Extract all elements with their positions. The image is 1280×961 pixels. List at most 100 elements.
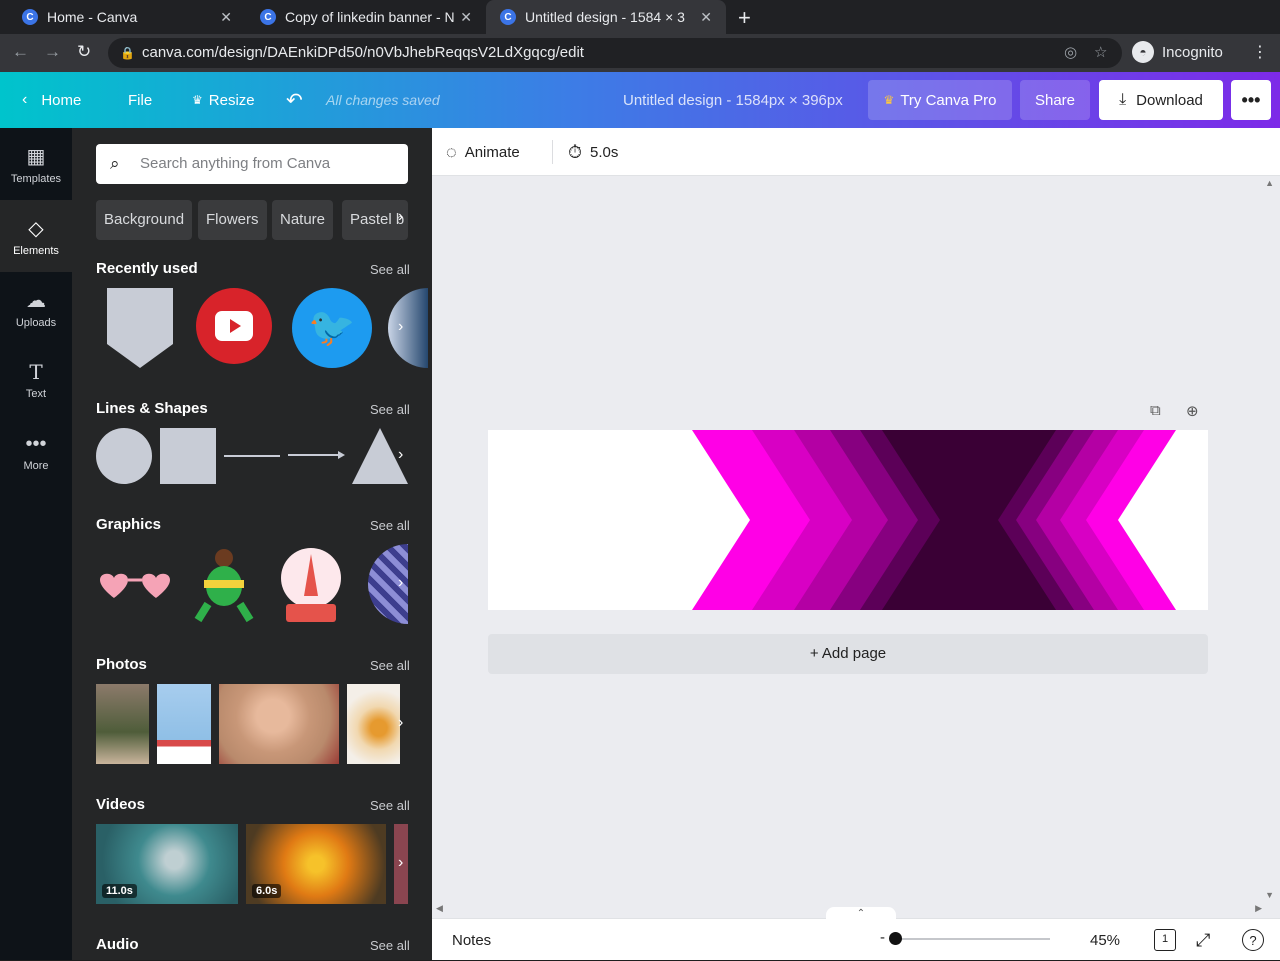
home-button[interactable]: ‹ Home [22, 72, 81, 128]
photo-thumbnail[interactable] [219, 684, 339, 764]
chip-nature[interactable]: Nature [272, 200, 334, 240]
badge-shape-element[interactable] [107, 288, 173, 368]
design-page[interactable] [488, 430, 1208, 610]
rail-item-uploads[interactable]: ☁ Uploads [0, 272, 72, 344]
tab-title: Untitled design - 1584 × 3 [525, 9, 685, 25]
fullscreen-icon[interactable]: ⤢ [1196, 919, 1210, 961]
page-count-button[interactable]: 1 [1154, 929, 1176, 951]
reload-icon[interactable]: ↻ [77, 42, 91, 62]
see-all-link[interactable]: See all [370, 518, 410, 533]
search-input[interactable]: ⌕ Search anything from Canva [96, 144, 408, 184]
editor-header: ‹ Home File ♛ Resize ↶ All changes saved… [0, 72, 1280, 128]
see-all-link[interactable]: See all [370, 798, 410, 813]
rail-label: Text [25, 388, 47, 400]
rail-label: More [23, 459, 49, 472]
browser-tab-untitled[interactable]: C Untitled design - 1584 × 3 ✕ [486, 0, 726, 34]
zoom-slider[interactable] [890, 938, 1050, 940]
heart-sunglasses-graphic[interactable] [96, 568, 176, 604]
notes-button[interactable]: Notes [452, 919, 491, 961]
section-title-graphics: Graphics [96, 516, 162, 533]
browser-tab-linkedin[interactable]: C Copy of linkedin banner - N ✕ [246, 0, 486, 34]
rail-item-templates[interactable]: ▦ Templates [0, 128, 72, 200]
scroll-down-icon[interactable]: ▼ [1265, 890, 1274, 900]
youtube-logo-element[interactable] [196, 288, 272, 364]
see-all-link[interactable]: See all [370, 938, 410, 953]
uploads-icon: ☁ [26, 289, 46, 312]
text-icon: T [29, 360, 43, 384]
forward-arrow-icon[interactable]: → [44, 42, 61, 62]
chip-flowers[interactable]: Flowers [198, 200, 267, 240]
timer-icon: ⏱ [568, 141, 583, 162]
zoom-level[interactable]: 45% [1090, 919, 1120, 961]
see-all-link[interactable]: See all [370, 658, 410, 673]
more-options-button[interactable]: ••• [1231, 80, 1271, 120]
zoom-slider-handle[interactable] [888, 932, 902, 945]
canva-favicon-icon: C [500, 9, 516, 25]
browser-menu-icon[interactable]: ⋮ [1252, 42, 1268, 62]
rail-item-elements[interactable]: ◇ Elements [0, 200, 72, 272]
show-pages-tab[interactable]: ⌃ [826, 907, 896, 919]
photo-thumbnail[interactable] [157, 684, 211, 764]
bookmark-star-icon[interactable]: ☆ [1094, 38, 1107, 68]
chevron-banner-graphic[interactable] [488, 430, 1208, 610]
snow-globe-graphic[interactable] [278, 544, 344, 624]
address-bar[interactable]: 🔒 canva.com/design/DAEnkiDPd50/n0VbJhebR… [108, 38, 1122, 68]
zoom-out-icon[interactable]: - [880, 929, 885, 946]
circle-shape-element[interactable] [96, 428, 152, 484]
orb-element[interactable] [388, 288, 428, 368]
scroll-right-icon[interactable]: ▶ [1255, 903, 1262, 914]
chevron-right-icon[interactable]: › [398, 714, 403, 732]
close-tab-icon[interactable]: ✕ [220, 9, 232, 26]
chevron-right-icon[interactable]: › [398, 208, 403, 226]
arrow-line-element[interactable] [288, 448, 346, 462]
undo-icon[interactable]: ↶ [286, 72, 303, 128]
incognito-indicator[interactable]: ◓ Incognito [1132, 41, 1223, 63]
twitter-bird-icon[interactable]: 🐦 [292, 288, 372, 368]
see-all-link[interactable]: See all [370, 402, 410, 417]
photo-thumbnail[interactable] [347, 684, 400, 764]
superhero-graphic[interactable] [184, 544, 264, 624]
section-title-recent: Recently used [96, 260, 198, 277]
rail-label: Templates [10, 172, 62, 185]
scroll-left-icon[interactable]: ◀ [436, 903, 443, 914]
rail-item-text[interactable]: T Text [0, 344, 72, 416]
add-page-button[interactable]: + Add page [488, 634, 1208, 674]
try-canva-pro-button[interactable]: ♛ Try Canva Pro [868, 80, 1012, 120]
tracking-blocked-icon[interactable]: ◎ [1064, 38, 1077, 68]
chip-background[interactable]: Background [96, 200, 193, 240]
resize-button[interactable]: ♛ Resize [192, 72, 255, 128]
chevron-right-icon[interactable]: › [398, 318, 403, 336]
video-thumbnail[interactable]: 11.0s [96, 824, 238, 904]
document-title[interactable]: Untitled design - 1584px × 396px [623, 72, 843, 128]
square-shape-element[interactable] [160, 428, 216, 484]
photo-thumbnail[interactable] [96, 684, 149, 764]
chevron-right-icon[interactable]: › [398, 446, 403, 464]
close-tab-icon[interactable]: ✕ [700, 9, 712, 26]
duplicate-page-icon[interactable]: ⧉ [1150, 402, 1161, 419]
incognito-icon: ◓ [1132, 41, 1154, 63]
download-icon: ⤓ [1119, 91, 1127, 108]
scroll-up-icon[interactable]: ▲ [1265, 178, 1274, 188]
resize-label: Resize [208, 91, 255, 109]
back-arrow-icon[interactable]: ← [12, 42, 29, 62]
tab-title: Copy of linkedin banner - N [285, 9, 455, 25]
file-menu-button[interactable]: File [128, 72, 152, 128]
browser-tab-bar: C Home - Canva ✕ C Copy of linkedin bann… [0, 0, 1280, 34]
see-all-link[interactable]: See all [370, 262, 410, 277]
browser-tab-home[interactable]: C Home - Canva ✕ [8, 0, 246, 34]
chevron-right-icon[interactable]: › [398, 574, 403, 592]
video-thumbnail[interactable]: 6.0s [246, 824, 386, 904]
rail-item-more[interactable]: ••• More [0, 416, 72, 488]
line-element[interactable] [224, 455, 280, 457]
share-button[interactable]: Share [1020, 80, 1090, 120]
duration-button[interactable]: ⏱ 5.0s [568, 128, 618, 176]
download-button[interactable]: ⤓ Download [1099, 80, 1223, 120]
close-tab-icon[interactable]: ✕ [460, 9, 472, 26]
new-tab-icon[interactable]: + [738, 5, 751, 31]
help-button[interactable]: ? [1242, 919, 1264, 961]
add-page-icon[interactable]: ⊕ [1186, 402, 1199, 420]
chevron-right-icon[interactable]: › [398, 854, 403, 872]
animate-button[interactable]: ◌ Animate [446, 128, 520, 176]
section-title-videos: Videos [96, 796, 145, 813]
canva-favicon-icon: C [260, 9, 276, 25]
